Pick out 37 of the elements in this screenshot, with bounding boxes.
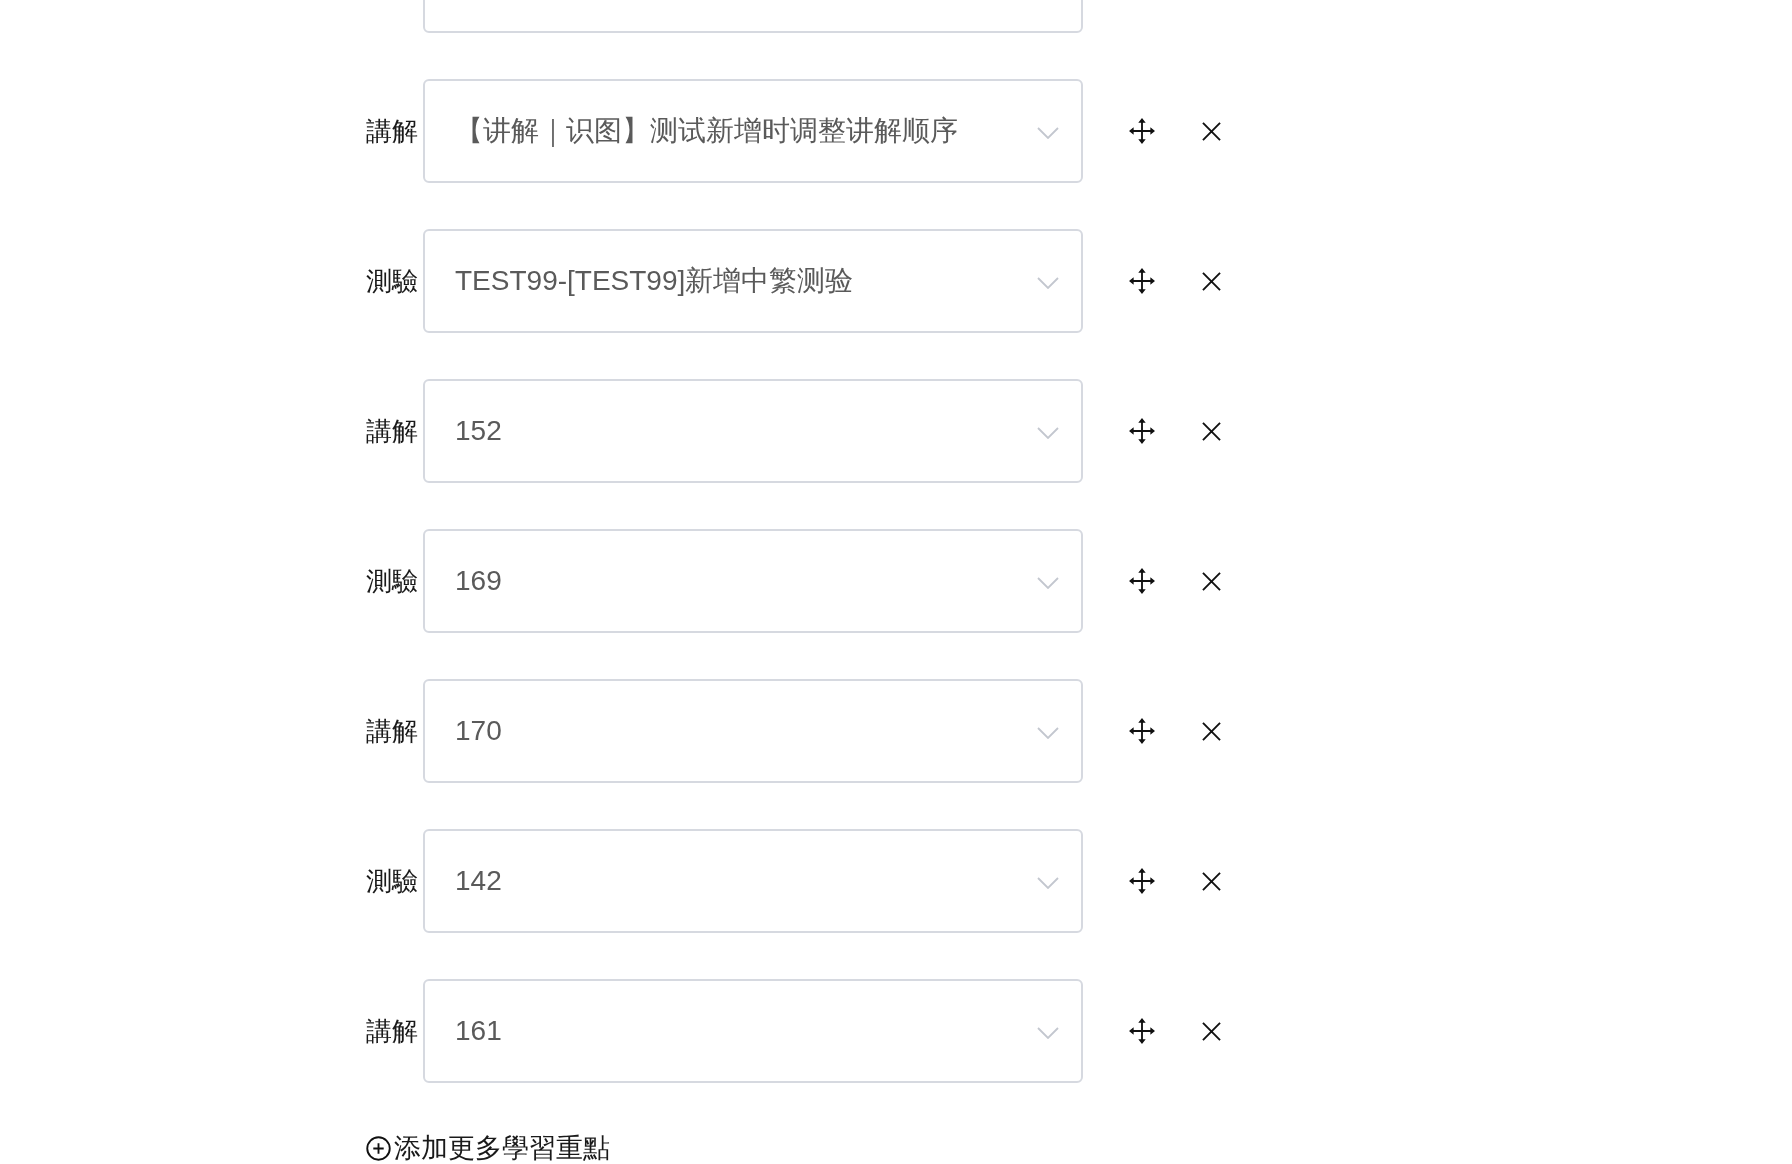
move-icon[interactable]	[1129, 568, 1155, 594]
move-icon[interactable]	[1129, 718, 1155, 744]
select-field[interactable]: TEST99-[TEST99]新增中繁测验	[423, 229, 1083, 333]
row-label: 講解	[366, 414, 418, 448]
close-icon[interactable]	[1202, 271, 1221, 291]
add-more-button[interactable]: 添加更多學習重點	[366, 1133, 610, 1163]
chevron-down-icon	[1037, 277, 1059, 289]
move-icon[interactable]	[1129, 418, 1155, 444]
chevron-down-icon	[1037, 127, 1059, 139]
row-label: 測驗	[366, 864, 418, 898]
select-field[interactable]: 170	[423, 679, 1083, 783]
close-icon[interactable]	[1202, 871, 1221, 891]
row-label: 測驗	[366, 264, 418, 298]
select-field[interactable]: 142	[423, 829, 1083, 933]
row-label: 講解	[366, 114, 418, 148]
select-field[interactable]: 169	[423, 529, 1083, 633]
row-label: 講解	[366, 714, 418, 748]
move-icon[interactable]	[1129, 1018, 1155, 1044]
close-icon[interactable]	[1202, 121, 1221, 141]
chevron-down-icon	[1037, 577, 1059, 589]
move-icon[interactable]	[1129, 118, 1155, 144]
plus-circle-icon	[366, 1135, 391, 1161]
chevron-down-icon	[1037, 1027, 1059, 1039]
close-icon[interactable]	[1202, 421, 1221, 441]
move-icon[interactable]	[1129, 868, 1155, 894]
chevron-down-icon	[1037, 877, 1059, 889]
select-field[interactable]: 【讲解｜识图】测试新增时调整讲解顺序	[423, 79, 1083, 183]
row-label: 測驗	[366, 564, 418, 598]
row-label: 講解	[366, 1014, 418, 1048]
select-field[interactable]: 152	[423, 379, 1083, 483]
move-icon[interactable]	[1129, 268, 1155, 294]
close-icon[interactable]	[1202, 1021, 1221, 1041]
chevron-down-icon	[1037, 727, 1059, 739]
close-icon[interactable]	[1202, 571, 1221, 591]
chevron-down-icon	[1037, 427, 1059, 439]
close-icon[interactable]	[1202, 721, 1221, 741]
select-field[interactable]: 161	[423, 979, 1083, 1083]
